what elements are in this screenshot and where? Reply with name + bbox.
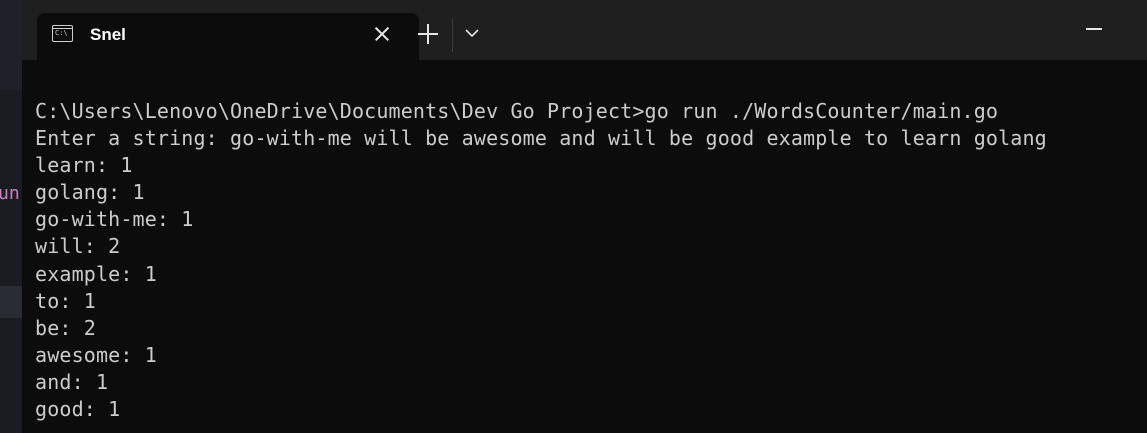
terminal-window: C:\ Snel C:\Users\Lenovo\OneDrive\Docume… — [22, 0, 1147, 433]
tab-divider — [452, 18, 453, 52]
terminal-line: good: 1 — [35, 397, 121, 422]
terminal-line: C:\Users\Lenovo\OneDrive\Documents\Dev G… — [35, 99, 999, 123]
terminal-line: awesome: 1 — [35, 342, 157, 367]
terminal-line: learn: 1 — [35, 153, 133, 178]
terminal-line: go-with-me: 1 — [35, 207, 194, 232]
terminal-line: example: 1 — [35, 261, 157, 286]
terminal-line: be: 2 — [35, 315, 96, 340]
minimize-icon[interactable] — [1086, 28, 1102, 30]
close-icon[interactable] — [371, 23, 393, 45]
terminal-line: golang: 1 — [35, 180, 145, 205]
tab-title: Snel — [90, 25, 126, 44]
background-window-panel — [0, 0, 22, 90]
title-bar: C:\ Snel — [22, 0, 1147, 60]
terminal-icon: C:\ — [52, 25, 73, 42]
tab-snel[interactable]: C:\ Snel — [37, 13, 419, 60]
terminal-line: and: 1 — [35, 369, 109, 394]
terminal-line: will: 2 — [35, 234, 121, 259]
terminal-output[interactable]: C:\Users\Lenovo\OneDrive\Documents\Dev G… — [35, 98, 1047, 423]
chevron-down-icon[interactable] — [465, 28, 479, 38]
screen: un C:\ Snel C:\Users\Lenovo\OneDrive\Doc… — [0, 0, 1147, 433]
background-window-edge: un — [0, 0, 22, 433]
terminal-icon-glyph: C:\ — [55, 29, 68, 37]
background-window-highlight — [0, 286, 22, 318]
background-window-text: un — [0, 183, 20, 204]
terminal-line: Enter a string: go-with-me will be aweso… — [35, 126, 1047, 151]
plus-icon[interactable] — [418, 24, 438, 44]
terminal-line: to: 1 — [35, 288, 96, 313]
